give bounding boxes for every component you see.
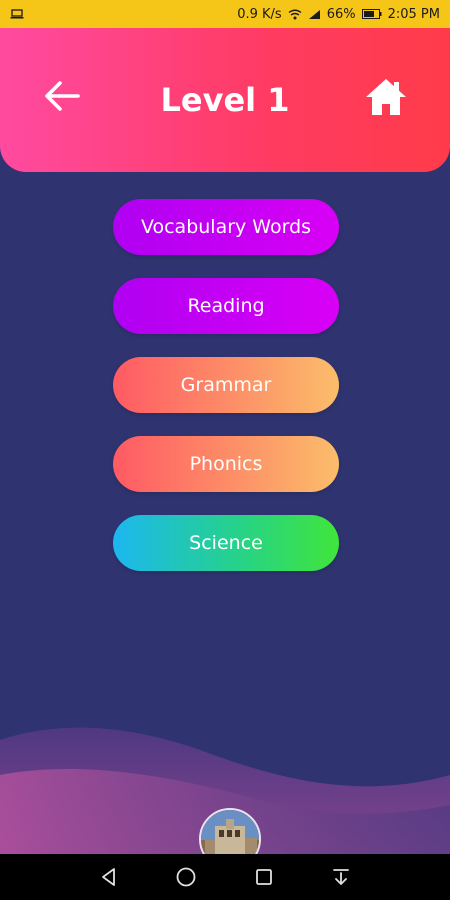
status-bar: 0.9 K/s 66% 2:05 PM <box>0 0 450 28</box>
battery-percent: 66% <box>326 6 356 22</box>
nav-back-icon <box>101 868 115 886</box>
signal-icon <box>308 9 320 19</box>
navigation-bar <box>0 854 450 900</box>
nav-home-button[interactable] <box>171 862 201 892</box>
lesson-menu: Vocabulary Words Reading Grammar Phonics… <box>113 199 339 594</box>
nav-recents-button[interactable] <box>249 862 279 892</box>
battery-icon <box>361 9 382 19</box>
nav-pulldown-button[interactable] <box>326 862 356 892</box>
home-icon <box>366 79 406 115</box>
nav-back-button[interactable] <box>94 862 124 892</box>
home-button[interactable] <box>360 74 412 120</box>
wifi-icon <box>288 9 302 19</box>
phonics-button[interactable]: Phonics <box>113 436 339 492</box>
nav-recents-icon <box>255 869 272 885</box>
status-left <box>10 9 237 19</box>
grammar-button[interactable]: Grammar <box>113 357 339 413</box>
nav-home-icon <box>176 867 196 887</box>
vocabulary-words-button[interactable]: Vocabulary Words <box>113 199 339 255</box>
reading-button[interactable]: Reading <box>113 278 339 334</box>
nav-pulldown-icon <box>333 869 350 885</box>
laptop-icon <box>10 9 24 19</box>
network-speed: 0.9 K/s <box>237 6 282 22</box>
status-right: 0.9 K/s 66% 2:05 PM <box>237 7 440 22</box>
clock: 2:05 PM <box>387 6 440 22</box>
header: Level 1 <box>0 28 450 172</box>
science-button[interactable]: Science <box>113 515 339 571</box>
